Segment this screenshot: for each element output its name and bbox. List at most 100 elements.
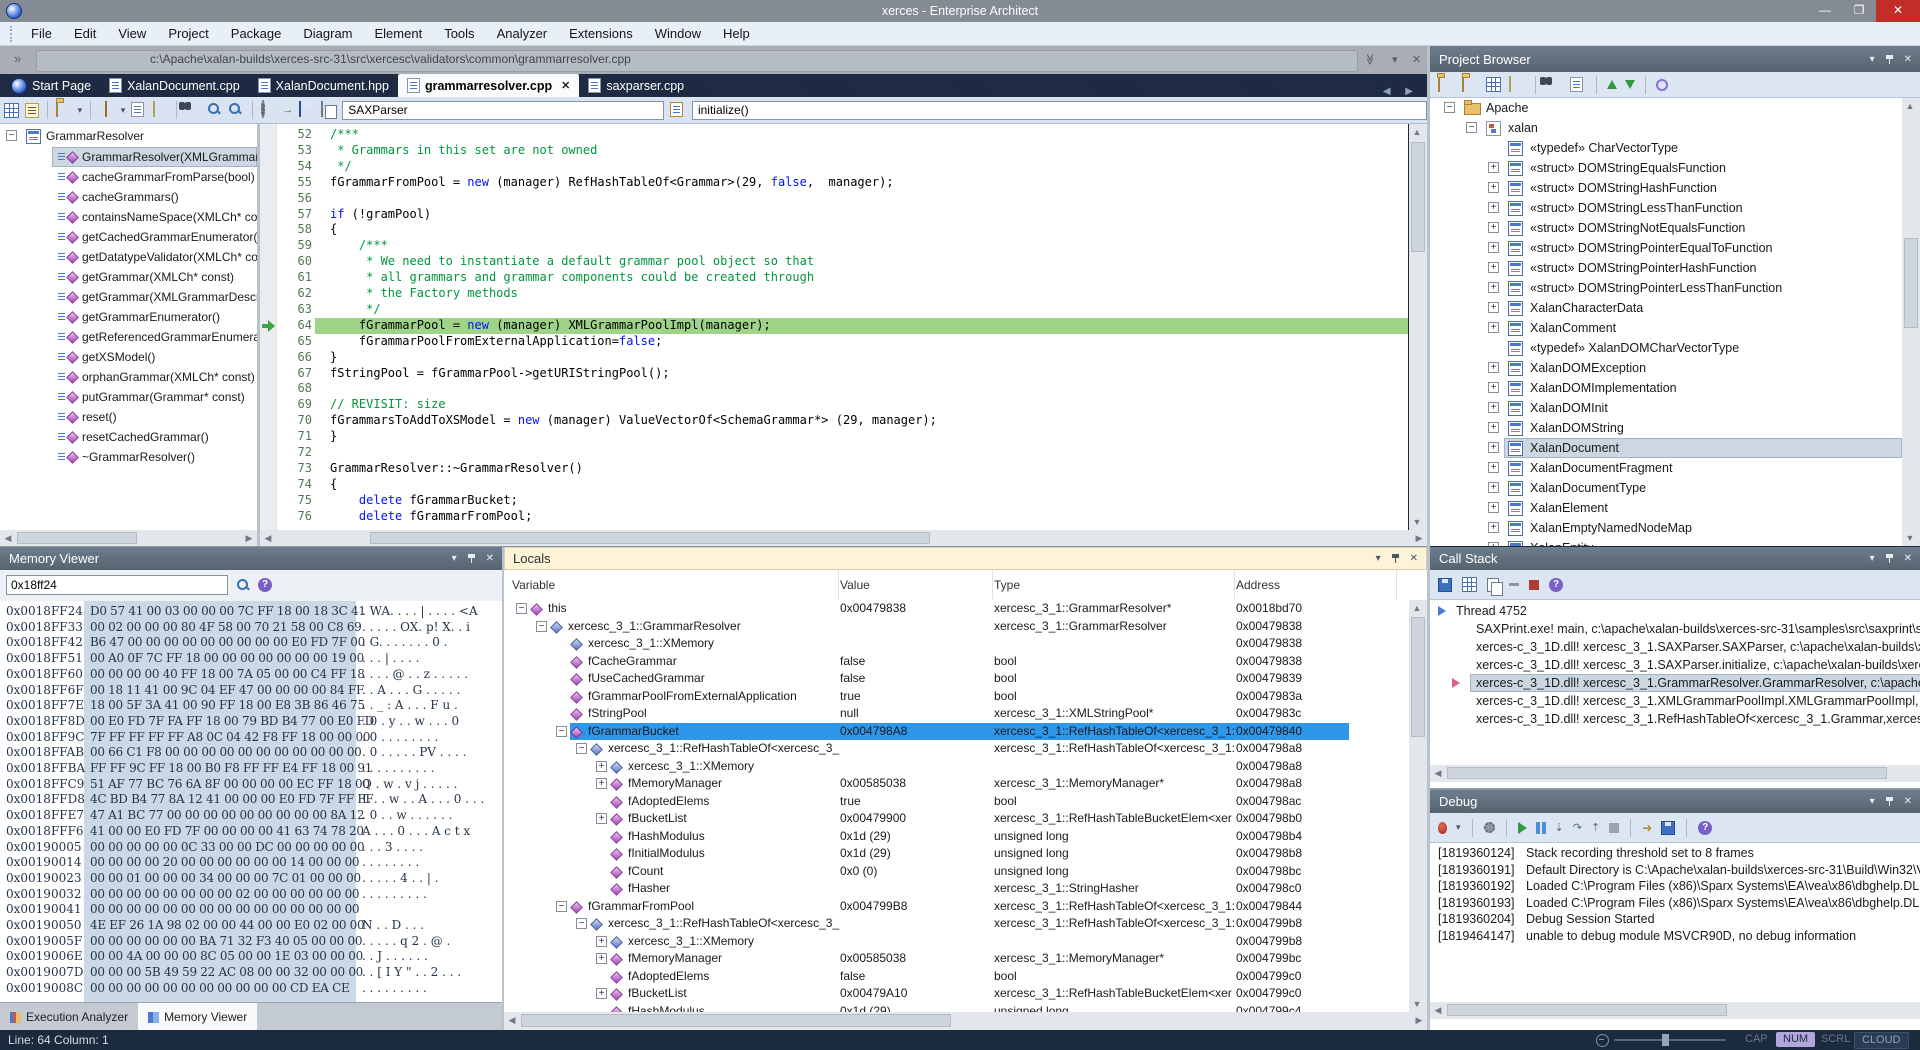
collapse-icon[interactable]: − [556,726,567,737]
expand-icon[interactable]: + [596,778,607,789]
code-editor[interactable]: 52/***53 * Grammars in this set are not … [260,124,1408,530]
code-line[interactable]: 52/*** [260,127,1408,143]
help-icon[interactable] [258,578,272,592]
code-line[interactable]: 68 [260,381,1408,397]
step-over-icon[interactable]: ↷ [1573,821,1582,834]
editor-hscrollbar[interactable]: ◀ ▶ [260,530,1427,546]
project-item--typedef-charvectortype[interactable]: «typedef» CharVectorType [1430,138,1902,158]
new-diagram-icon[interactable] [1462,76,1464,92]
symbols-item[interactable]: GrammarResolver(XMLGrammarPool* [0,147,257,167]
project-item-xalandomexception[interactable]: +XalanDOMException [1430,358,1902,378]
memory-row[interactable]: 0x0018FFC951 AF 77 BC 76 6A 8F 00 00 00 … [0,777,502,793]
pin-icon[interactable] [467,553,476,564]
collapse-toolbar-icon[interactable]: ≪ [1363,54,1376,66]
toggle-frames-icon[interactable] [1462,577,1477,592]
locals-row-fusecachedgrammar[interactable]: fUseCachedGrammarfalsebool0x00479839 [504,670,1427,688]
expand-icon[interactable]: + [1488,502,1499,513]
tab-saxparser-cpp[interactable]: saxparser.cpp [579,74,693,97]
settings-icon[interactable] [1484,822,1495,833]
close-panel-icon[interactable]: ✕ [1904,796,1912,807]
panel-menu-icon[interactable]: ▾ [1870,54,1875,65]
notes-icon[interactable] [153,101,155,117]
line-numbers-icon[interactable] [25,103,40,118]
memory-row[interactable]: 0x0019003200 00 00 00 00 00 00 00 02 00 … [0,887,502,903]
expand-icon[interactable]: + [1488,302,1499,313]
locals-row-fstringpool[interactable]: fStringPoolnullxercesc_3_1::XMLStringPoo… [504,705,1427,723]
symbols-item[interactable]: cacheGrammarFromParse(bool) [0,167,257,187]
locals-row-fgrammarfrompool[interactable]: −fGrammarFromPool0x004799B8xercesc_3_1::… [504,898,1427,916]
close-button[interactable]: ✕ [1876,0,1920,22]
project-item-xalanemptynamednodemap[interactable]: +XalanEmptyNamedNodeMap [1430,518,1902,538]
locals-row-xercesc-3-1-refhashtableof-xercesc-3-[interactable]: −xercesc_3_1::RefHashTableOf<xercesc_3_x… [504,915,1427,933]
memory-row[interactable]: 0x0018FFAB00 66 C1 F8 00 00 00 00 00 00 … [0,745,502,761]
editor-vscrollbar[interactable]: ▲ ▼ [1409,124,1427,530]
new-attribute-icon[interactable] [1509,76,1511,92]
jump-to-line-icon[interactable]: → [282,104,293,116]
expand-icon[interactable]: + [1488,162,1499,173]
collapse-icon[interactable]: − [576,918,587,929]
column-header-variable[interactable]: Variable [512,570,839,600]
symbols-item[interactable]: getGrammarEnumerator() [0,307,257,327]
collapse-icon[interactable]: − [516,603,527,614]
symbols-item[interactable]: putGrammar(Grammar* const) [0,387,257,407]
code-line[interactable]: 58{ [260,222,1408,238]
symbols-item[interactable]: getReferencedGrammarEnumerator( [0,327,257,347]
code-line[interactable]: 53 * Grammars in this set are not owned [260,143,1408,159]
project-item-xalandomimplementation[interactable]: +XalanDOMImplementation [1430,378,1902,398]
locals-vscrollbar[interactable]: ▲ ▼ [1409,600,1427,1012]
method-combo[interactable] [692,101,1427,120]
expand-icon[interactable]: + [1488,322,1499,333]
locals-row-fadoptedelems[interactable]: fAdoptedElemsfalsebool0x004799c0 [504,968,1427,986]
column-header-type[interactable]: Type [994,570,1235,600]
menu-item-package[interactable]: Package [220,22,293,46]
project-item-xalancharacterdata[interactable]: +XalanCharacterData [1430,298,1902,318]
project-item-xalandomstring[interactable]: +XalanDOMString [1430,418,1902,438]
menu-item-help[interactable]: Help [712,22,761,46]
memory-row[interactable]: 0x0019004100 00 00 00 00 00 00 00 00 00 … [0,902,502,918]
run-icon[interactable] [1518,822,1527,834]
help-icon[interactable] [1549,578,1563,592]
symbols-item[interactable]: getGrammar(XMLCh* const) [0,267,257,287]
analyzer-icon[interactable] [261,100,265,118]
locals-row-fcachegrammar[interactable]: fCacheGrammarfalsebool0x00479838 [504,653,1427,671]
call-stack-frame[interactable]: Thread 4752 [1430,602,1920,620]
locals-row-fbucketlist[interactable]: +fBucketList0x00479A10xercesc_3_1::RefHa… [504,985,1427,1003]
move-up-icon[interactable] [1607,80,1617,89]
memory-row[interactable]: 0x0018FF24D0 57 41 00 03 00 00 00 7C FF … [0,604,502,620]
memory-row[interactable]: 0x0019008C00 00 00 00 00 00 00 00 00 00 … [0,981,502,997]
memory-row[interactable]: 0x0019006E00 00 4A 00 00 00 8C 05 00 00 … [0,949,502,965]
menu-item-edit[interactable]: Edit [63,22,107,46]
status-indicator-cap[interactable]: CAP [1738,1032,1775,1047]
collapse-icon[interactable]: − [6,130,17,141]
code-line[interactable]: 74{ [260,477,1408,493]
code-line[interactable]: 61 * all grammars and grammar components… [260,270,1408,286]
open-source-file-icon[interactable] [56,101,58,117]
scroll-right-icon[interactable]: ▶ [241,530,257,546]
debug-log-line[interactable]: [1819360124]Stack recording threshold se… [1430,845,1920,862]
collapse-icon[interactable]: − [1444,102,1455,113]
locals-row-xercesc-3-1-xmemory[interactable]: xercesc_3_1::XMemory0x00479838 [504,635,1427,653]
project-item-xalan[interactable]: −xalan [1430,118,1902,138]
memory-row[interactable]: 0x0019007D00 00 00 5B 49 59 22 AC 08 00 … [0,965,502,981]
locals-hscrollbar[interactable]: ◀ ▶ [504,1012,1427,1030]
code-line[interactable]: 60 * We need to instantiate a default gr… [260,254,1408,270]
scroll-up-icon[interactable]: ▲ [1409,600,1425,616]
tree-hscrollbar[interactable]: ◀ ▶ [0,530,257,546]
code-line[interactable]: 71} [260,429,1408,445]
stop-icon[interactable] [1529,580,1539,590]
code-line[interactable]: 70fGrammarsToAddToXSModel = new (manager… [260,413,1408,429]
call-stack-frame[interactable]: SAXPrint.exe! main, c:\apache\xalan-buil… [1430,620,1920,638]
locals-row-xercesc-3-1-xmemory[interactable]: +xercesc_3_1::XMemory0x004799b8 [504,933,1427,951]
memory-row[interactable]: 0x0018FF7E18 00 5F 3A 41 00 90 FF 18 00 … [0,698,502,714]
column-header-address[interactable]: Address [1236,570,1397,600]
code-line[interactable]: 69// REVISIT: size [260,397,1408,413]
collapse-icon[interactable] [1509,583,1519,586]
project-item--struct-domstringnotequalsfunction[interactable]: +«struct» DOMStringNotEqualsFunction [1430,218,1902,238]
collapse-icon[interactable]: − [536,621,547,632]
code-line[interactable]: 72 [260,445,1408,461]
code-line[interactable]: 56 [260,191,1408,207]
scroll-down-icon[interactable]: ▼ [1409,996,1425,1012]
locals-row-xercesc-3-1-grammarresolver[interactable]: −xercesc_3_1::GrammarResolverxercesc_3_1… [504,618,1427,636]
pin-icon[interactable] [1885,796,1894,807]
memory-address-input[interactable] [6,575,228,595]
